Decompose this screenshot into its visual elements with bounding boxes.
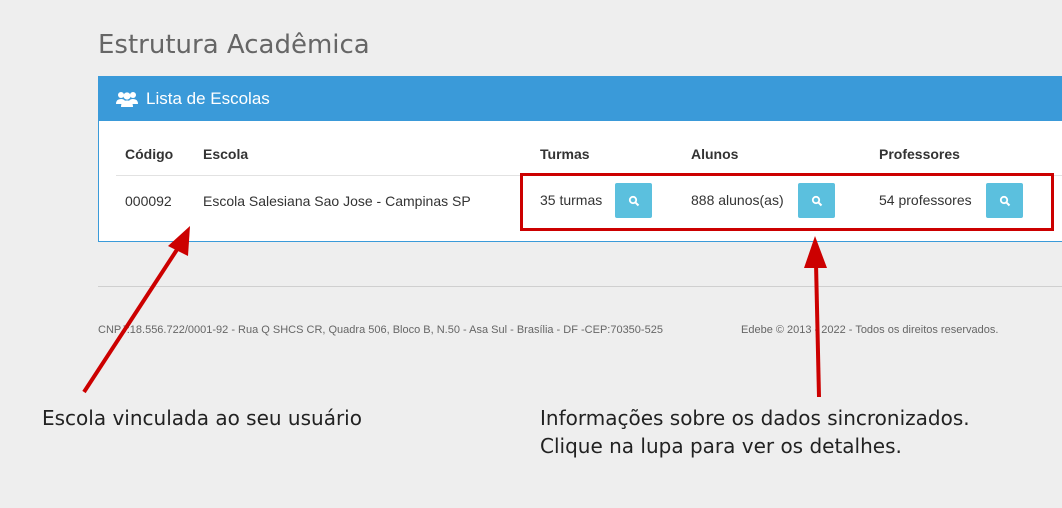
- column-header-turmas: Turmas: [540, 146, 590, 162]
- footer-copyright: Edebe © 2013 - 2022 - Todos os direitos …: [741, 324, 999, 336]
- footer-divider: [98, 286, 1062, 287]
- footer-address: CNPJ:18.556.722/0001-92 - Rua Q SHCS CR,…: [98, 324, 663, 336]
- school-arrow: [82, 243, 182, 394]
- panel-header: Lista de Escolas: [99, 77, 1062, 121]
- panel-title: Lista de Escolas: [146, 89, 270, 108]
- users-icon: [116, 90, 138, 108]
- cell-escola: Escola Salesiana Sao Jose - Campinas SP: [203, 193, 471, 209]
- column-header-codigo: Código: [125, 146, 174, 162]
- column-header-alunos: Alunos: [691, 146, 739, 162]
- school-annotation: Escola vinculada ao seu usuário: [42, 406, 362, 430]
- highlight-box: [520, 173, 1054, 231]
- info-annotation-line2: Clique na lupa para ver os detalhes.: [540, 434, 902, 458]
- cell-codigo: 000092: [125, 193, 172, 209]
- column-header-professores: Professores: [879, 146, 960, 162]
- page-title: Estrutura Acadêmica: [98, 30, 370, 60]
- column-header-escola: Escola: [203, 146, 249, 162]
- info-annotation-line1: Informações sobre os dados sincronizados…: [540, 406, 970, 430]
